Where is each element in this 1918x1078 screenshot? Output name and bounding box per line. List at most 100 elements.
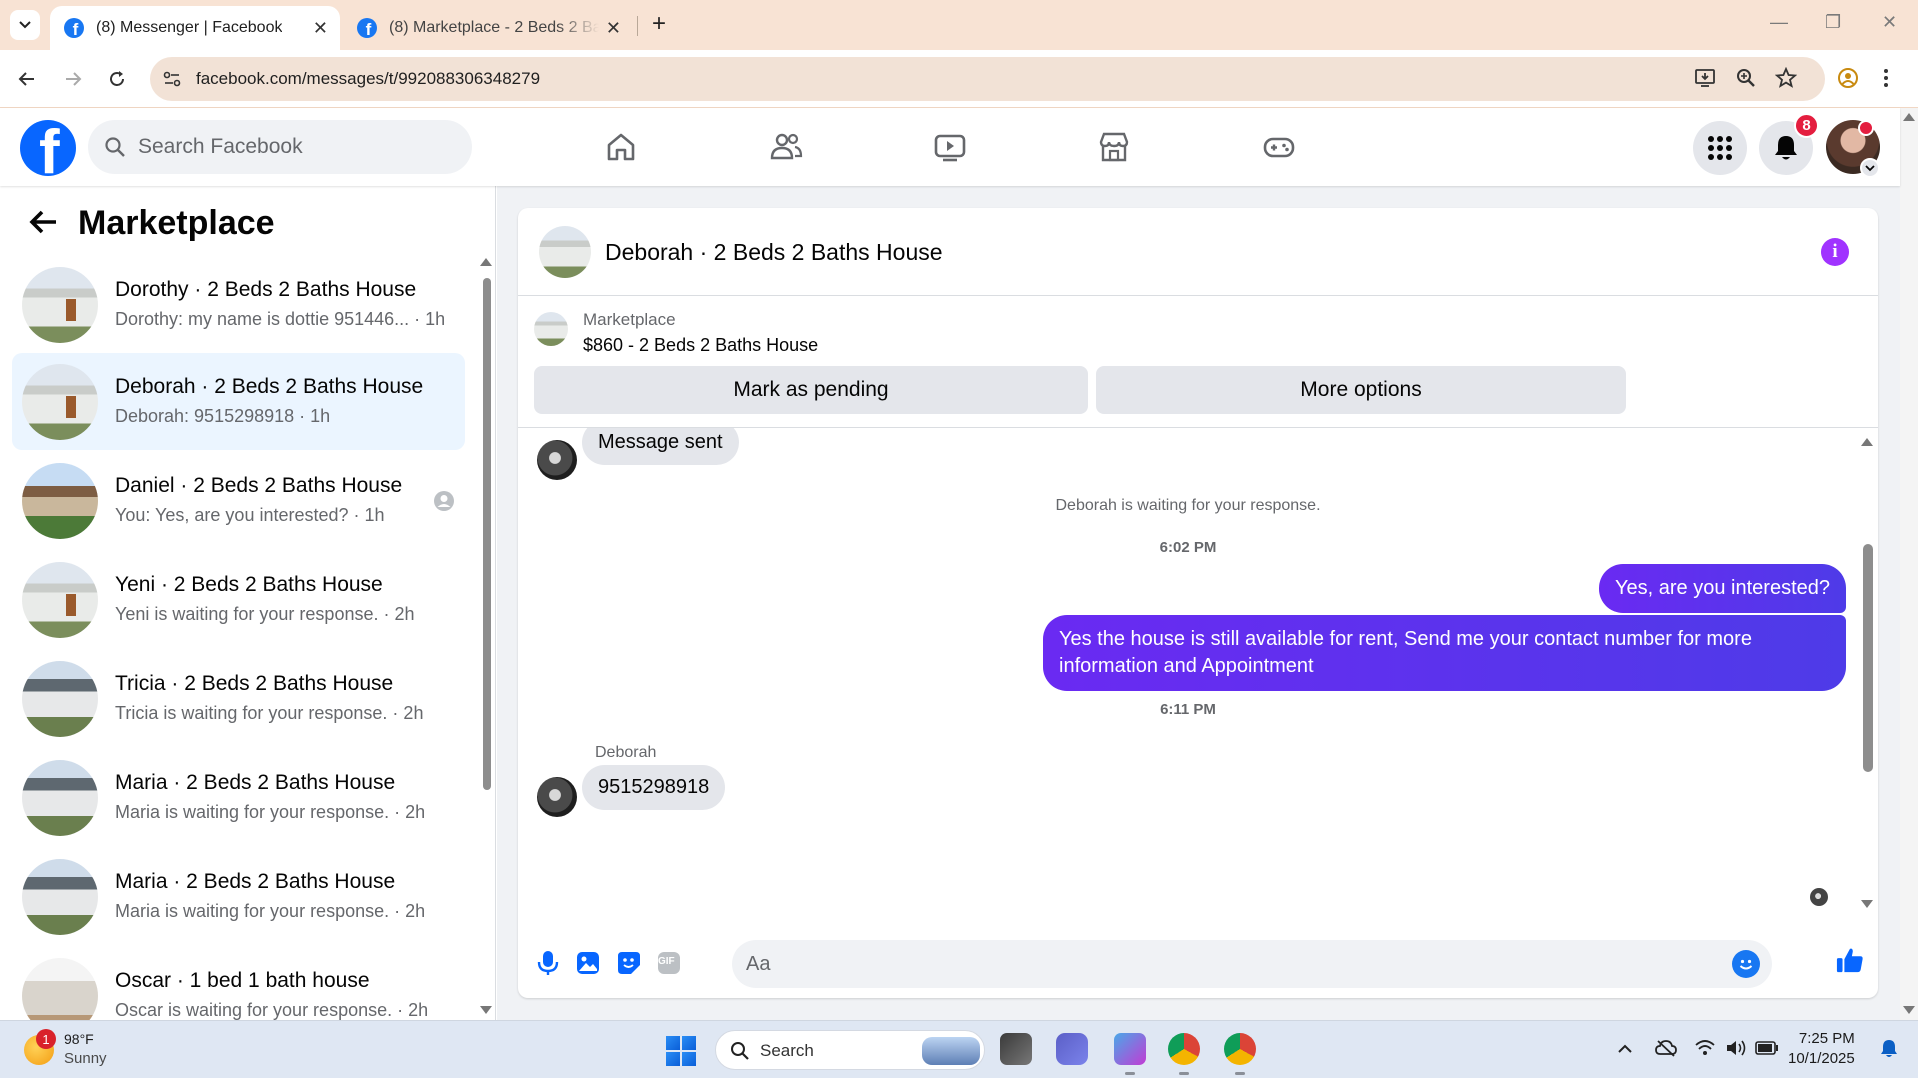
task-view-app[interactable] — [1000, 1033, 1032, 1065]
chat-header: Deborah · 2 Beds 2 Baths House i — [518, 208, 1878, 296]
incoming-message[interactable]: Message sent — [582, 428, 739, 465]
message-placeholder: Aa — [746, 953, 771, 975]
facebook-logo[interactable]: f — [20, 120, 76, 176]
windows-taskbar: 1 98°F Sunny Search 7:25 PM 10/1/2025 — [0, 1020, 1918, 1078]
conversation-item[interactable]: Maria · 2 Beds 2 Baths House Maria is wa… — [12, 749, 465, 846]
gif-button[interactable]: GIF — [655, 949, 683, 977]
facebook-search-bar[interactable]: Search Facebook — [88, 120, 472, 174]
teams-app-icon[interactable] — [1056, 1033, 1088, 1065]
conversation-item-selected[interactable]: Deborah · 2 Beds 2 Baths House Deborah: … — [12, 353, 465, 450]
conversation-list-panel: Marketplace Dorothy · 2 Beds 2 Baths Hou… — [0, 186, 496, 1020]
forward-button[interactable] — [56, 62, 90, 96]
close-icon[interactable]: ✕ — [1882, 12, 1897, 33]
browser-toolbar: facebook.com/messages/t/992088306348279 — [0, 50, 1918, 108]
tab-close-icon[interactable]: ✕ — [313, 18, 328, 38]
install-icon[interactable] — [1694, 67, 1716, 89]
taskbar-search[interactable]: Search — [715, 1030, 985, 1070]
profile-icon[interactable] — [1837, 67, 1859, 89]
attach-photo-button[interactable] — [574, 949, 602, 977]
more-options-button[interactable]: More options — [1096, 366, 1626, 414]
page-scroll-up-arrow[interactable] — [1903, 113, 1915, 121]
chat-title[interactable]: Deborah · 2 Beds 2 Baths House — [605, 239, 943, 266]
running-indicator — [1179, 1072, 1189, 1075]
search-icon — [105, 137, 125, 157]
nav-marketplace[interactable] — [1095, 128, 1133, 166]
person-icon — [434, 491, 454, 511]
incoming-message[interactable]: 9515298918 — [582, 765, 726, 810]
listing-thumbnail[interactable] — [534, 312, 568, 346]
sticker-button[interactable] — [615, 949, 643, 977]
conversation-item[interactable]: Yeni · 2 Beds 2 Baths House Yeni is wait… — [12, 551, 465, 648]
chevron-up-icon[interactable] — [1617, 1043, 1633, 1055]
outgoing-message[interactable]: Yes the house is still available for ren… — [1043, 615, 1846, 691]
conversation-preview: Tricia is waiting for your response. · 2… — [115, 703, 424, 723]
system-clock[interactable]: 7:25 PM 10/1/2025 — [1788, 1029, 1855, 1069]
conversation-name: Daniel · 2 Beds 2 Baths House — [115, 474, 403, 497]
scroll-up-arrow[interactable] — [1861, 438, 1873, 446]
tab-close-icon[interactable]: ✕ — [606, 18, 621, 38]
nav-home[interactable] — [602, 128, 640, 166]
chrome-profile-icon[interactable] — [1224, 1033, 1256, 1065]
timestamp: 6:02 PM — [1159, 539, 1217, 556]
back-button[interactable] — [10, 62, 44, 96]
bell-icon — [1775, 136, 1797, 160]
battery-icon[interactable] — [1755, 1041, 1779, 1055]
thread-scrollbar-thumb[interactable] — [1863, 544, 1873, 772]
volume-icon[interactable] — [1725, 1039, 1747, 1057]
reload-button[interactable] — [100, 62, 134, 96]
new-tab-button[interactable]: + — [652, 10, 666, 38]
cloud-off-icon[interactable] — [1655, 1039, 1677, 1057]
taskbar-search-label: Search — [760, 1041, 814, 1060]
chat-avatar[interactable] — [539, 226, 591, 278]
nav-watch[interactable] — [931, 128, 969, 166]
zoom-icon[interactable] — [1735, 67, 1757, 89]
nav-friends[interactable] — [767, 128, 805, 166]
chat-window: Deborah · 2 Beds 2 Baths House i Marketp… — [518, 208, 1878, 998]
conversation-name: Yeni · 2 Beds 2 Baths House — [115, 573, 383, 596]
back-arrow-icon[interactable] — [28, 208, 58, 236]
message-input[interactable]: Aa — [732, 940, 1772, 988]
tab-marketplace[interactable]: f (8) Marketplace - 2 Beds 2 Bath ✕ — [343, 6, 633, 50]
notification-bell-icon[interactable] — [1880, 1039, 1898, 1059]
conversation-item[interactable]: Maria · 2 Beds 2 Baths House Maria is wa… — [12, 848, 465, 945]
info-icon[interactable]: i — [1821, 238, 1849, 266]
scroll-down-arrow[interactable] — [1861, 900, 1873, 908]
menu-grid-button[interactable] — [1693, 121, 1747, 175]
listing-price-title[interactable]: $860 - 2 Beds 2 Baths House — [583, 335, 818, 356]
conversation-item[interactable]: Oscar · 1 bed 1 bath house Oscar is wait… — [12, 947, 465, 1020]
conversation-item[interactable]: Tricia · 2 Beds 2 Baths House Tricia is … — [12, 650, 465, 747]
snipping-tool-icon[interactable] — [1114, 1033, 1146, 1065]
account-chevron[interactable] — [1860, 158, 1880, 178]
search-placeholder: Search Facebook — [138, 135, 303, 158]
weather-temperature: 98°F — [64, 1031, 94, 1047]
address-bar[interactable]: facebook.com/messages/t/992088306348279 — [150, 57, 1825, 101]
restore-icon[interactable]: ❐ — [1825, 12, 1841, 33]
conversation-name: Maria · 2 Beds 2 Baths House — [115, 771, 396, 794]
conversation-item[interactable]: Daniel · 2 Beds 2 Baths House You: Yes, … — [12, 452, 465, 549]
contact-avatar — [537, 777, 577, 817]
sidebar-scrollbar-thumb[interactable] — [483, 278, 491, 790]
conversation-avatar — [22, 562, 98, 638]
voice-clip-button[interactable] — [534, 949, 562, 977]
scroll-up-arrow[interactable] — [480, 258, 492, 266]
menu-icon[interactable] — [1882, 67, 1890, 89]
outgoing-message[interactable]: Yes, are you interested? — [1599, 564, 1846, 613]
emoji-button[interactable] — [1732, 950, 1760, 978]
minimize-icon[interactable]: — — [1770, 12, 1788, 33]
tab-messenger[interactable]: f (8) Messenger | Facebook ✕ — [50, 6, 340, 50]
tab-title: (8) Messenger | Facebook — [96, 19, 283, 36]
chrome-icon[interactable] — [1168, 1033, 1200, 1065]
tab-search-button[interactable] — [10, 10, 40, 40]
scroll-down-arrow[interactable] — [480, 1006, 492, 1014]
url-text[interactable]: facebook.com/messages/t/992088306348279 — [196, 69, 540, 89]
bookmark-star-icon[interactable] — [1775, 67, 1797, 89]
nav-gaming[interactable] — [1260, 128, 1298, 166]
start-button[interactable] — [666, 1036, 696, 1066]
wifi-icon[interactable] — [1695, 1039, 1715, 1057]
page-scroll-down-arrow[interactable] — [1903, 1006, 1915, 1014]
conversation-name: Dorothy · 2 Beds 2 Baths House — [115, 278, 417, 301]
conversation-item[interactable]: Dorothy · 2 Beds 2 Baths House Dorothy: … — [12, 256, 465, 353]
like-button[interactable] — [1836, 946, 1864, 974]
site-info-icon[interactable] — [162, 69, 182, 89]
mark-as-pending-button[interactable]: Mark as pending — [534, 366, 1088, 414]
